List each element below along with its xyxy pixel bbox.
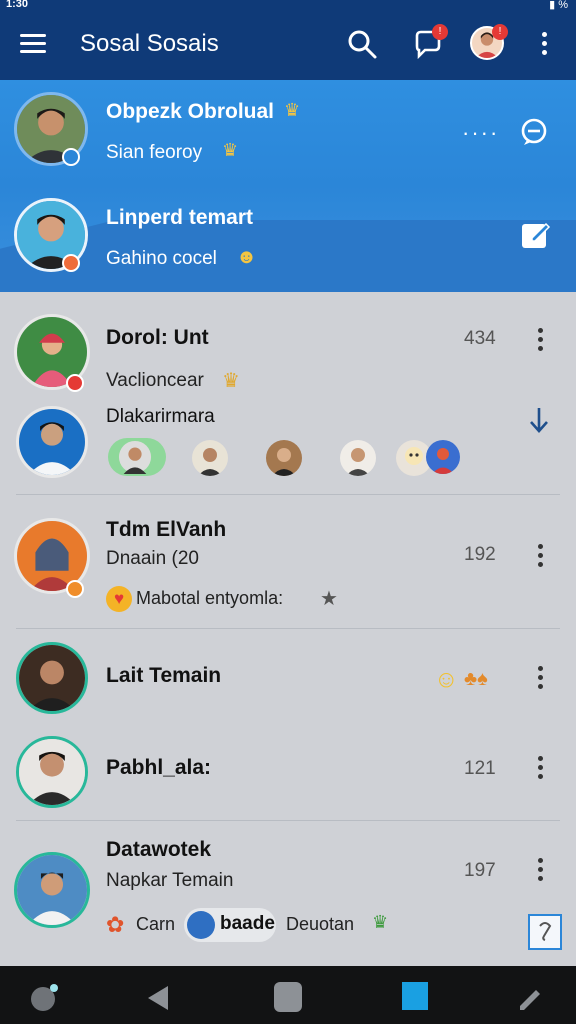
more-options-icon[interactable]: [536, 32, 552, 58]
status-dot: [62, 254, 80, 272]
compose-icon[interactable]: [520, 218, 552, 250]
story-avatar[interactable]: [266, 440, 302, 476]
tag-chip[interactable]: baade: [184, 908, 276, 942]
app-title: Sosal Sosais: [80, 30, 219, 57]
tag[interactable]: Carn: [136, 914, 175, 935]
tag[interactable]: Deuotan: [286, 914, 354, 935]
story-avatar[interactable]: [192, 440, 228, 476]
highlighted-row[interactable]: Linperd temart Gahino cocel ☻: [0, 184, 576, 292]
more-options-icon[interactable]: [534, 858, 546, 886]
attach-icon[interactable]: [528, 914, 562, 950]
battery-icon: ▮ %: [549, 0, 568, 11]
story-avatar[interactable]: [340, 440, 376, 476]
chat-row[interactable]: Dorol: Unt Vaclioncear ♛ 434 Dlakarirmar…: [0, 292, 576, 492]
unread-count: 121: [464, 758, 496, 779]
app-bar: Sosal Sosais ! !: [0, 12, 576, 80]
story-avatar[interactable]: [426, 440, 460, 474]
edit-icon[interactable]: [514, 980, 546, 1012]
people-emoji-icon: ♣♠: [464, 668, 488, 690]
arrow-down-icon[interactable]: [528, 406, 550, 434]
more-options-icon[interactable]: [534, 328, 546, 356]
divider: [16, 628, 560, 629]
crown-icon: ♛: [372, 912, 389, 932]
unread-count: 192: [464, 544, 496, 565]
chat-badge: !: [432, 24, 448, 40]
chat-subtitle: Dnaain (20: [106, 548, 199, 569]
message-icon[interactable]: [518, 116, 550, 148]
menu-icon[interactable]: [20, 34, 46, 54]
highlighted-chats: Obpezk Obrolual Sian feoroy ♛ ♛ ···· Lin…: [0, 80, 576, 292]
app-icon[interactable]: [28, 982, 60, 1014]
chat-name: Datawotek: [106, 838, 212, 861]
recents-icon[interactable]: [402, 982, 428, 1010]
more-dots-icon[interactable]: ····: [462, 120, 499, 146]
unread-count: 197: [464, 860, 496, 881]
chip-avatar: [187, 911, 215, 939]
story-avatar[interactable]: [108, 438, 166, 476]
avatar: [14, 852, 90, 928]
more-options-icon[interactable]: [534, 756, 546, 784]
flower-icon: ✿: [106, 912, 125, 937]
crown-icon: ♛: [222, 140, 239, 160]
navigation-bar: [0, 966, 576, 1024]
chat-subtitle: Napkar Temain: [106, 870, 234, 891]
divider: [16, 820, 560, 821]
divider: [16, 494, 560, 495]
chat-row[interactable]: Lait Temain ☺ ♣♠: [0, 630, 576, 726]
profile-badge: !: [492, 24, 508, 40]
crown-icon: ♛: [284, 100, 301, 120]
tag-label: baade: [220, 913, 275, 934]
add-icon: [62, 148, 80, 166]
chat-name: Obpezk Obrolual: [106, 100, 275, 123]
star-icon: ★: [320, 588, 338, 610]
status-dot: [66, 580, 84, 598]
avatar: [16, 406, 88, 478]
chat-name: Linperd temart: [106, 206, 254, 229]
heart-icon: ♥: [106, 586, 132, 612]
chat-subtitle: Gahino cocel: [106, 248, 217, 269]
status-dot: [66, 374, 84, 392]
search-icon[interactable]: [346, 28, 378, 60]
chat-name: Lait Temain: [106, 664, 222, 687]
chat-name: Dlakarirmara: [106, 406, 215, 427]
crown-icon: ♛: [222, 370, 240, 392]
chat-subtitle: Vaclioncear: [106, 370, 204, 391]
chat-row[interactable]: Pabhl_ala: 121: [0, 726, 576, 822]
more-options-icon[interactable]: [534, 666, 546, 694]
unread-count: 434: [464, 328, 496, 349]
smile-emoji-icon: ☺: [434, 666, 459, 693]
status-time: 1:30: [6, 0, 29, 10]
status-bar: 1:30 ▮ %: [0, 0, 576, 12]
chat-row[interactable]: Tdm ElVanh Dnaain (20 ♥ Mabotal entyomla…: [0, 496, 576, 628]
chat-name: Pabhl_ala:: [106, 756, 212, 779]
home-icon[interactable]: [274, 982, 302, 1012]
status-text: Mabotal entyomla:: [136, 588, 284, 608]
chat-name: Dorol: Unt: [106, 326, 209, 349]
avatar: [16, 736, 88, 808]
highlighted-row[interactable]: Obpezk Obrolual Sian feoroy ♛ ♛ ····: [0, 80, 576, 184]
more-options-icon[interactable]: [534, 544, 546, 572]
chat-subtitle: Sian feoroy: [106, 142, 203, 163]
chat-name: Tdm ElVanh: [106, 518, 227, 541]
emoji-icon: ☻: [236, 246, 258, 268]
back-icon[interactable]: [146, 984, 172, 1012]
chat-row[interactable]: Datawotek Napkar Temain 197 ✿ Carn baade…: [0, 822, 576, 966]
avatar: [16, 642, 88, 714]
